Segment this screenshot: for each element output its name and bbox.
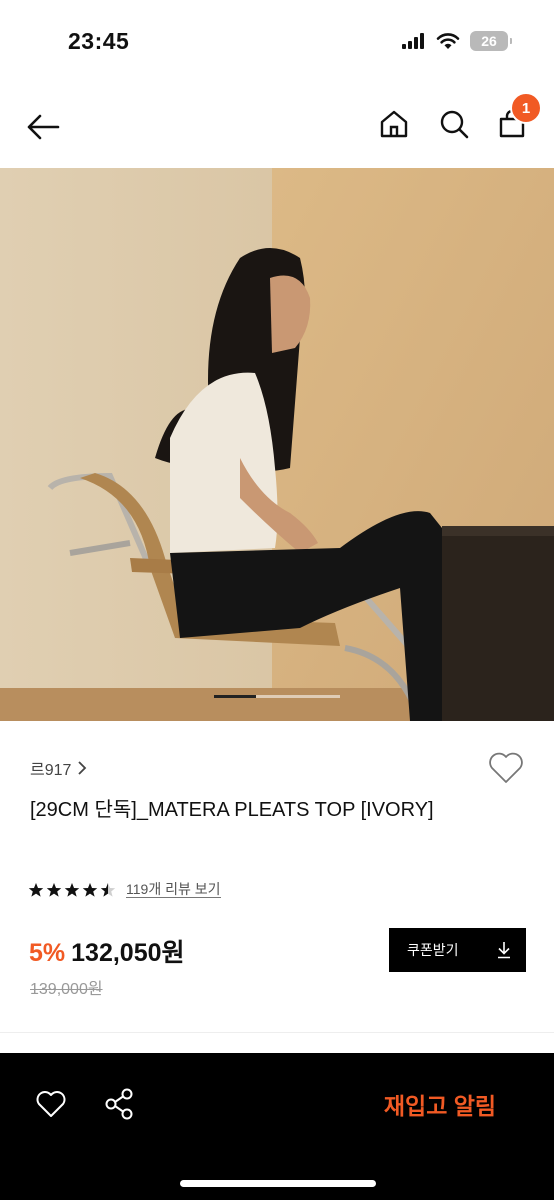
status-icons: 26 <box>402 31 512 51</box>
carousel-indicator-fill <box>214 695 256 698</box>
star-icon <box>28 882 44 897</box>
signal-icon <box>402 33 424 49</box>
star-icon <box>82 882 98 897</box>
home-icon <box>380 110 408 138</box>
rating-row: 119개 리뷰 보기 <box>28 881 221 898</box>
chevron-right-icon <box>78 761 87 775</box>
status-time: 23:45 <box>68 28 130 54</box>
product-image-carousel[interactable] <box>0 168 554 721</box>
wishlist-button[interactable] <box>486 748 526 788</box>
share-button[interactable] <box>98 1083 140 1125</box>
star-icon <box>64 882 80 897</box>
back-arrow-icon <box>27 114 60 140</box>
restock-alert-button[interactable]: 재입고 알림 <box>340 1083 540 1125</box>
price-row: 5% 132,050원 <box>29 933 185 969</box>
home-indicator <box>180 1180 376 1187</box>
search-icon <box>440 110 469 139</box>
original-price: 139,000원 <box>30 981 103 998</box>
coupon-button[interactable]: 쿠폰받기 <box>389 928 526 972</box>
sale-price: 132,050원 <box>71 939 185 967</box>
star-icon <box>46 882 62 897</box>
heart-icon <box>489 752 523 783</box>
heart-icon <box>36 1091 66 1117</box>
download-icon <box>498 942 510 959</box>
section-divider <box>0 1032 554 1033</box>
wifi-icon <box>436 33 460 49</box>
search-button[interactable] <box>434 104 474 144</box>
product-title: [29CM 단독]_MATERA PLEATS TOP [IVORY] <box>30 799 434 821</box>
cart-count-badge: 1 <box>510 92 542 124</box>
battery-indicator: 26 <box>470 31 512 51</box>
brand-name: 르917 <box>30 762 72 779</box>
brand-link[interactable]: 르917 <box>30 756 87 780</box>
coupon-label: 쿠폰받기 <box>407 942 459 958</box>
back-button[interactable] <box>22 106 64 148</box>
star-rating <box>28 882 116 898</box>
home-button[interactable] <box>374 104 414 144</box>
top-nav: 1 <box>0 86 554 166</box>
star-icon <box>100 882 116 897</box>
bottom-action-bar: 재입고 알림 <box>0 1053 554 1200</box>
carousel-indicator <box>214 695 340 698</box>
status-bar: 23:45 26 <box>0 0 554 80</box>
bottom-wishlist-button[interactable] <box>30 1083 72 1125</box>
review-link[interactable]: 119개 리뷰 보기 <box>126 881 221 898</box>
share-icon <box>105 1088 133 1120</box>
discount-rate: 5% <box>29 939 66 967</box>
product-photo <box>0 168 554 721</box>
